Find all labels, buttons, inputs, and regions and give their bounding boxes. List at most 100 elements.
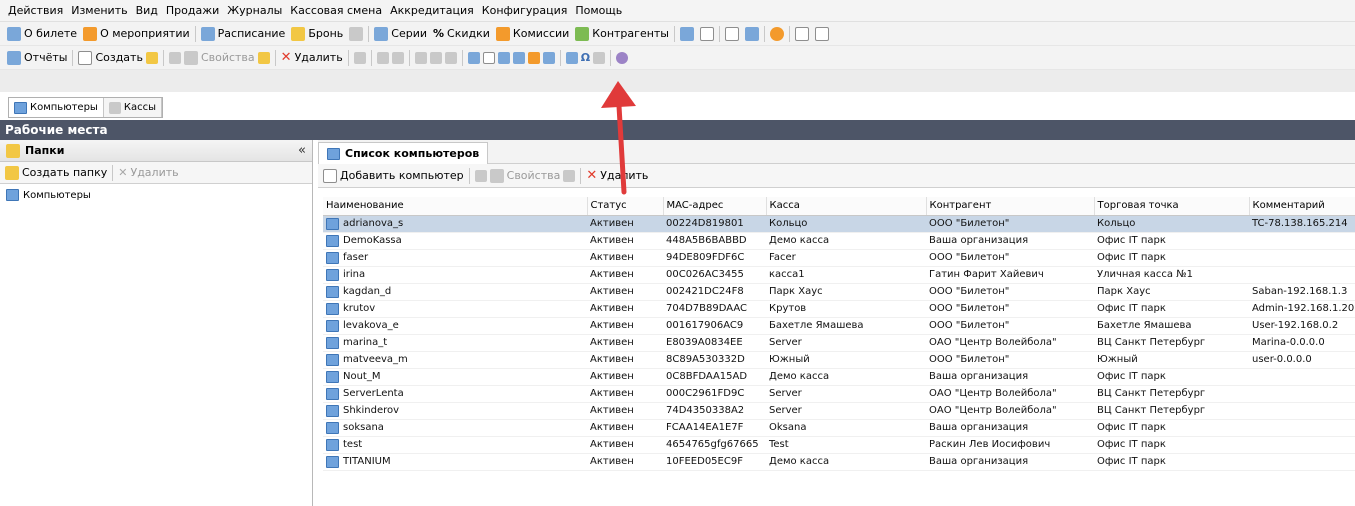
tab-bar: Компьютеры Кассы	[8, 97, 163, 118]
computer-name: kagdan_d	[343, 286, 392, 297]
computer-icon	[326, 421, 339, 434]
table-row[interactable]: marina_t Активен E8039A0834EE Server ОАО "Це…	[323, 334, 1355, 351]
table-row[interactable]: Nout_M Активен 0C8BFDAA15AD Демо касса Ваша …	[323, 368, 1355, 385]
delete-label: Удалить	[294, 51, 343, 64]
cell-name: DemoKassa	[323, 232, 587, 249]
delete-folder-button[interactable]: ✕ Удалить	[115, 162, 181, 184]
menu-actions[interactable]: Действия	[4, 0, 67, 22]
series-button[interactable]: Серии	[371, 23, 430, 45]
menu-journals[interactable]: Журналы	[223, 0, 286, 22]
refresh-icon	[616, 51, 629, 64]
table-row[interactable]: ServerLenta Активен 000C2961FD9C Server ОАО …	[323, 385, 1355, 402]
tree-item-computers[interactable]: Компьютеры	[3, 188, 309, 202]
computer-icon	[326, 268, 339, 281]
computer-icon	[326, 353, 339, 366]
create-button[interactable]: Создать	[75, 47, 161, 69]
computer-list-tab[interactable]: Список компьютеров	[318, 142, 489, 164]
table-row[interactable]: faser Активен 94DE809FDF6C Facer ООО "Билето…	[323, 249, 1355, 266]
create-folder-button[interactable]: Создать папку	[2, 162, 110, 184]
computer-properties-button[interactable]: Свойства	[472, 165, 579, 187]
table-row[interactable]: matveeva_m Активен 8C89A530332D Южный ООО "Б…	[323, 351, 1355, 368]
column-header-comment[interactable]: Комментарий	[1249, 197, 1355, 216]
table-row[interactable]: levakova_e Активен 001617906AC9 Бахетле Яма…	[323, 317, 1355, 334]
cell-status: Активен	[590, 405, 634, 416]
report-icon	[680, 26, 694, 41]
delete-computer-button[interactable]: ✕ Удалить	[583, 165, 651, 187]
column-header-outlet[interactable]: Торговая точка	[1094, 197, 1250, 216]
menu-cash-shift[interactable]: Кассовая смена	[286, 0, 386, 22]
toolbar-icon-button[interactable]	[465, 47, 558, 69]
toolbar-icon-button[interactable]	[374, 47, 407, 69]
counterparties-icon	[575, 26, 590, 41]
cell-cashdesk: Южный	[769, 354, 810, 365]
menu-accreditation[interactable]: Аккредитация	[386, 0, 478, 22]
cell-counterparty: Ваша организация	[929, 422, 1029, 433]
ticket-stack-button[interactable]	[346, 23, 366, 45]
cell-mac: 0C8BFDAA15AD	[666, 371, 748, 382]
column-header-name[interactable]: Наименование	[323, 197, 588, 216]
menu-edit[interactable]: Изменить	[67, 0, 131, 22]
table-row[interactable]: irina Активен 00C026AC3455 касса1 Гатин Фари…	[323, 266, 1355, 283]
globe-icon	[770, 26, 784, 41]
cell-status: Активен	[590, 371, 634, 382]
delete-folder-label: Удалить	[130, 166, 179, 179]
computer-name: TITANIUM	[343, 456, 391, 467]
toolbar-icon-button[interactable]	[812, 23, 832, 45]
cell-status: Активен	[590, 422, 634, 433]
table-row[interactable]: test Активен 4654765gfg67665 Test Раскин Лев…	[323, 436, 1355, 453]
toolbar-icon-button[interactable]	[412, 47, 460, 69]
discounts-button[interactable]: % Скидки	[430, 23, 493, 45]
toolbar-icon-button[interactable]	[792, 23, 812, 45]
column-header-status[interactable]: Статус	[587, 197, 664, 216]
toolbar-icon-button[interactable]	[742, 23, 762, 45]
booking-button[interactable]: Бронь	[288, 23, 346, 45]
toolbar-icon-button[interactable]	[351, 47, 369, 69]
properties-label: Свойства	[200, 51, 255, 64]
properties-button[interactable]: Свойства	[166, 47, 273, 69]
computer-icon	[326, 217, 339, 230]
table-row[interactable]: krutov Активен 704D7B89DAAC Крутов ООО "Биле…	[323, 300, 1355, 317]
delete-button[interactable]: ✕ Удалить	[278, 47, 346, 69]
table-row[interactable]: DemoKassa Активен 448A5B6BABBD Демо касса Ва…	[323, 232, 1355, 249]
reports-button[interactable]: Отчёты	[4, 47, 70, 69]
about-ticket-button[interactable]: О билете	[4, 23, 80, 45]
toolbar-icon-button[interactable]	[677, 23, 697, 45]
event-icon	[83, 26, 98, 41]
cell-status: Активен	[590, 235, 634, 246]
cell-counterparty: Ваша организация	[929, 371, 1029, 382]
table-row[interactable]: TITANIUM Активен 10FEED05EC9F Демо касса Ваш…	[323, 453, 1355, 470]
commissions-button[interactable]: Комиссии	[493, 23, 572, 45]
menu-view[interactable]: Вид	[132, 0, 162, 22]
name-cell-content: adrianova_s	[326, 217, 587, 230]
cell-outlet: Парк Хаус	[1097, 286, 1151, 297]
table-row[interactable]: kagdan_d Активен 002421DC24F8 Парк Хаус ООО …	[323, 283, 1355, 300]
folders-panel: Папки « Создать папку ✕ Удалить Компьютер…	[0, 140, 313, 506]
cell-name: Shkinderov	[323, 402, 587, 419]
toolbar-icon-button[interactable]	[767, 23, 787, 45]
toolbar-icon-button[interactable]	[697, 23, 717, 45]
table-row[interactable]: soksana Активен FCAA14EA1E7F Oksana Ваша орг…	[323, 419, 1355, 436]
table-row[interactable]: Shkinderov Активен 74D4350338A2 Server ОАО "…	[323, 402, 1355, 419]
counterparties-button[interactable]: Контрагенты	[572, 23, 672, 45]
schedule-button[interactable]: Расписание	[198, 23, 289, 45]
create-folder-label: Создать папку	[22, 166, 108, 179]
toolbar-icon-button[interactable]: Ω	[563, 47, 608, 69]
column-header-mac[interactable]: MAC-адрес	[663, 197, 767, 216]
menu-configuration[interactable]: Конфигурация	[478, 0, 572, 22]
tab-cashdesks[interactable]: Кассы	[104, 98, 162, 117]
folder-plus-icon	[5, 165, 19, 180]
collapse-panel-button[interactable]: «	[298, 143, 306, 158]
menu-help[interactable]: Помощь	[571, 0, 626, 22]
menu-sales[interactable]: Продажи	[162, 0, 223, 22]
column-header-cashdesk[interactable]: Касса	[766, 197, 927, 216]
ticket-icon	[7, 26, 21, 41]
column-header-counterparty[interactable]: Контрагент	[926, 197, 1095, 216]
cell-comment	[1249, 436, 1355, 453]
about-event-button[interactable]: О мероприятии	[80, 23, 193, 45]
tab-computers[interactable]: Компьютеры	[9, 98, 104, 117]
add-computer-button[interactable]: Добавить компьютер	[320, 165, 467, 187]
toolbar-icon-button[interactable]	[613, 47, 631, 69]
preview-icon	[376, 51, 389, 64]
toolbar-icon-button[interactable]	[722, 23, 742, 45]
table-row[interactable]: adrianova_s Активен 00224D819801 Кольцо ООО …	[323, 215, 1355, 232]
